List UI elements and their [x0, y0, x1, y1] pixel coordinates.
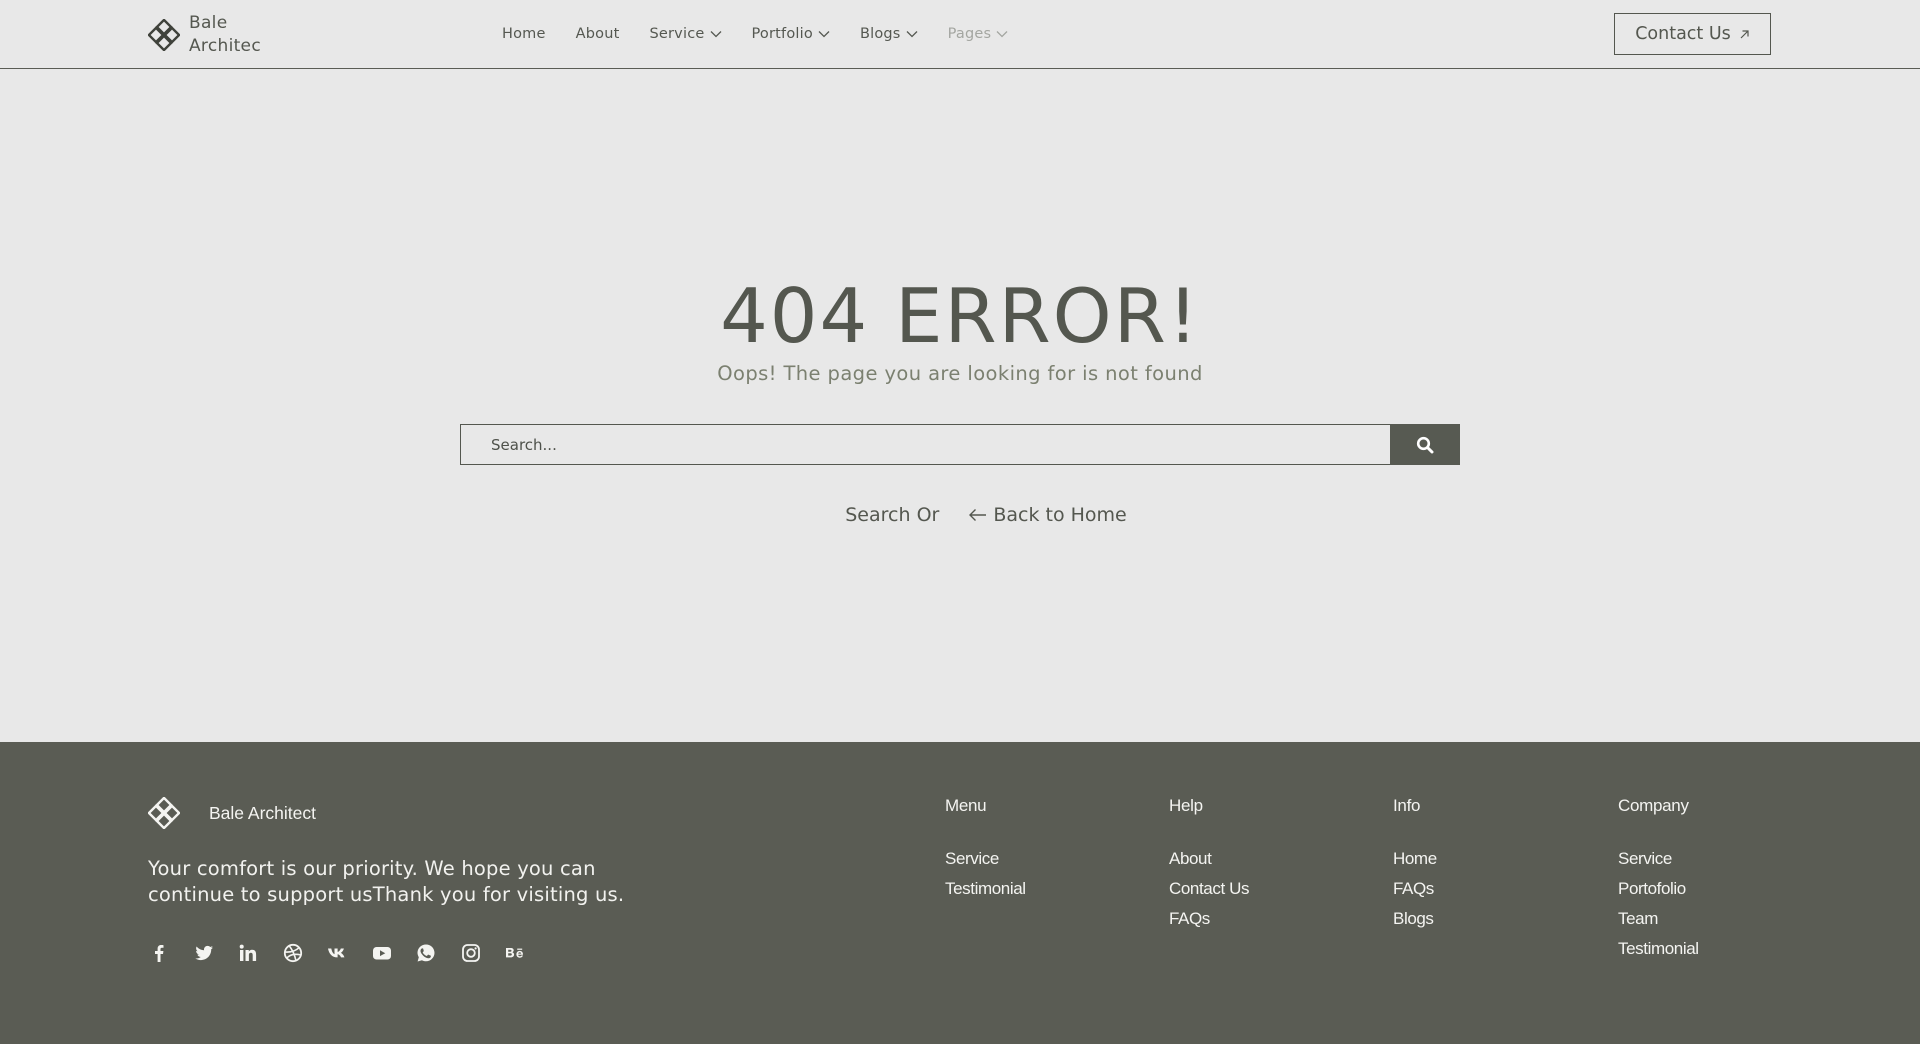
contact-us-label: Contact Us: [1635, 24, 1731, 44]
twitter-icon[interactable]: [193, 942, 215, 964]
logo[interactable]: Bale Architec: [148, 12, 269, 58]
footer-link[interactable]: Service: [945, 844, 1026, 874]
nav-item-label: Blogs: [859, 26, 901, 42]
facebook-icon[interactable]: [148, 942, 170, 964]
search-icon: [1416, 436, 1434, 453]
nav-item-label: Portfolio: [751, 26, 813, 42]
nav-item-blogs[interactable]: Blogs: [860, 26, 918, 42]
footer-link[interactable]: Service: [1618, 844, 1699, 874]
behance-icon[interactable]: [504, 942, 526, 964]
search-form: [460, 424, 1460, 465]
back-to-home-label: Back to Home: [993, 504, 1127, 526]
footer-link[interactable]: Contact Us: [1169, 874, 1249, 904]
search-input[interactable]: [460, 424, 1390, 465]
footer-col-title: Info: [1393, 796, 1421, 815]
logo-mark-icon: [148, 19, 180, 51]
search-or-text: Search Or: [845, 504, 940, 526]
footer-col-title: Company: [1618, 796, 1689, 815]
chevron-down-icon: [818, 31, 830, 38]
error-subtitle: Oops! The page you are looking for is no…: [717, 362, 1203, 385]
footer-link[interactable]: Portofolio: [1618, 874, 1699, 904]
back-to-home-link[interactable]: Back to Home: [968, 504, 1127, 526]
nav-item-service[interactable]: Service: [650, 26, 722, 42]
footer-tagline: Your comfort is our priority. We hope yo…: [148, 857, 625, 906]
footer-link[interactable]: Testimonial: [1618, 934, 1699, 964]
footer-link[interactable]: Home: [1393, 844, 1437, 874]
chevron-down-icon: [996, 31, 1008, 38]
logo-text: Bale Architec: [189, 13, 261, 56]
search-button[interactable]: [1390, 424, 1460, 465]
instagram-icon[interactable]: [460, 942, 482, 964]
vk-icon[interactable]: [326, 942, 348, 964]
site-footer: Bale Architect Your comfort is our prior…: [0, 742, 1920, 1044]
footer-logo-text: Bale Architect: [209, 802, 316, 823]
footer-link[interactable]: Blogs: [1393, 904, 1437, 934]
footer-link[interactable]: About: [1169, 844, 1249, 874]
youtube-icon[interactable]: [371, 942, 393, 964]
arrow-up-right-icon: [1740, 29, 1749, 38]
nav-item-label: Pages: [947, 26, 992, 42]
nav-item-label: Service: [649, 26, 705, 42]
arrow-left-icon: [969, 509, 987, 521]
footer-link[interactable]: Testimonial: [945, 874, 1026, 904]
footer-link[interactable]: Team: [1618, 904, 1699, 934]
footer-col-title: Help: [1169, 796, 1203, 815]
whatsapp-icon[interactable]: [415, 942, 437, 964]
linkedin-icon[interactable]: [237, 942, 259, 964]
footer-col-help: Help About Contact Us FAQs: [1169, 796, 1249, 934]
contact-us-button[interactable]: Contact Us: [1614, 13, 1771, 55]
nav-item-portfolio[interactable]: Portfolio: [752, 26, 830, 42]
footer-col-company: Company Service Portofolio Team Testimon…: [1618, 796, 1699, 964]
nav-item-label: Home: [502, 26, 546, 42]
footer-logo[interactable]: Bale Architect: [148, 797, 316, 829]
footer-col-menu: Menu Service Testimonial: [945, 796, 1026, 904]
chevron-down-icon: [710, 31, 721, 38]
nav-item-pages[interactable]: Pages: [948, 26, 1009, 42]
social-links: [148, 942, 549, 964]
nav-item-home[interactable]: Home: [502, 26, 546, 42]
footer-col-title: Menu: [945, 796, 987, 815]
footer-link[interactable]: FAQs: [1169, 904, 1249, 934]
dribbble-icon[interactable]: [282, 942, 304, 964]
footer-link[interactable]: FAQs: [1393, 874, 1437, 904]
site-header: Bale Architec Home About Service Portfol…: [0, 0, 1920, 69]
chevron-down-icon: [906, 31, 918, 38]
logo-mark-icon: [148, 797, 180, 829]
error-title: 404 ERROR!: [720, 272, 1200, 360]
nav-item-label: About: [575, 26, 620, 42]
alternate-actions: Search Or Back to Home: [0, 504, 1920, 526]
nav-item-about[interactable]: About: [576, 26, 620, 42]
footer-col-info: Info Home FAQs Blogs: [1393, 796, 1437, 934]
main-nav: Home About Service Portfolio Blogs Pages: [502, 0, 1038, 68]
